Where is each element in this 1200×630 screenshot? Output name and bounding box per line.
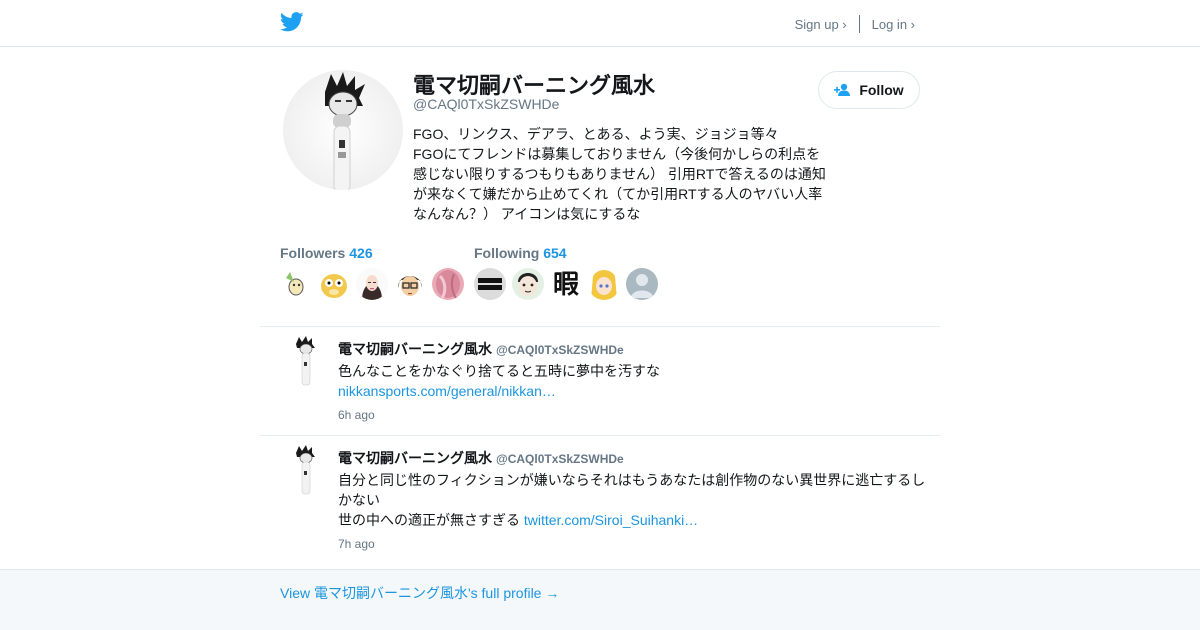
tweet-text-line2: 世の中への適正が無さすぎる (338, 512, 520, 528)
tweet-author-name: 電マ切嗣バーニング風水 (338, 450, 492, 466)
bio-line: FGOにてフレンドは募集しておりません（今後何かしらの利点を (413, 146, 821, 162)
profile-avatar[interactable] (283, 70, 403, 190)
follower-avatar[interactable] (432, 268, 464, 300)
following-avatar[interactable] (512, 268, 544, 300)
bio-line: なんなん？） アイコンは気にするな (413, 206, 641, 222)
follow-label: Follow (859, 82, 904, 98)
login-link[interactable]: Log in › (872, 17, 915, 32)
tweet-author-avatar[interactable] (282, 336, 330, 386)
tweet-divider (260, 435, 940, 436)
follow-button[interactable]: Follow (818, 71, 920, 109)
follower-avatar[interactable] (356, 268, 388, 300)
following-avatar[interactable] (588, 268, 620, 300)
bio-line: 感じない限りするつもりもありません） 引用RTで答えるのは通知 (413, 166, 826, 182)
followers-label: Followers (280, 245, 346, 261)
tweet-author-handle: @CAQl0TxSkZSWHDe (496, 343, 624, 357)
following-avatar[interactable] (626, 268, 658, 300)
tweet-author-name: 電マ切嗣バーニング風水 (338, 341, 492, 357)
following-avatar[interactable]: 暇 (550, 268, 582, 300)
followers-avatars (280, 268, 470, 300)
tweet-text: 色んなことをかなぐり捨てると五時に夢中を汚すな nikkansports.com… (338, 361, 930, 401)
tweet-author[interactable]: 電マ切嗣バーニング風水 @CAQl0TxSkZSWHDe (338, 339, 624, 359)
tweet-author-handle: @CAQl0TxSkZSWHDe (496, 452, 624, 466)
following-stat[interactable]: Following 654 (474, 245, 567, 261)
bio-line: FGO、リンクス、デアラ、とある、よう実、ジョジョ等々 (413, 126, 779, 142)
following-avatar-text: 暇 (552, 269, 579, 299)
following-avatars: 暇 (474, 268, 664, 300)
profile-handle: @CAQl0TxSkZSWHDe (413, 96, 560, 112)
follower-avatar[interactable] (318, 268, 350, 300)
follower-avatar[interactable] (280, 268, 312, 300)
signup-link[interactable]: Sign up › (795, 17, 847, 32)
full-profile-link[interactable]: View 電マ切嗣バーニング風水's full profile → (280, 583, 559, 603)
following-count: 654 (543, 245, 567, 261)
tweet-text-line: 世の中への適正が無さすぎる twitter.com/Siroi_Suihanki… (338, 510, 930, 530)
tweet-link[interactable]: twitter.com/Siroi_Suihanki… (524, 512, 698, 528)
section-divider (260, 326, 940, 327)
link-divider (858, 15, 860, 33)
bio-line: が来なくて嫌だから止めてくれ（てか引用RTする人のヤバい人率 (413, 186, 823, 202)
tweet-author-avatar[interactable] (282, 445, 330, 495)
tweet-author[interactable]: 電マ切嗣バーニング風水 @CAQl0TxSkZSWHDe (338, 448, 624, 468)
tweet-timestamp[interactable]: 7h ago (338, 537, 375, 551)
twitter-bird-icon[interactable] (280, 11, 304, 33)
auth-links: Sign up › Log in › (795, 15, 915, 33)
footer: View 電マ切嗣バーニング風水's full profile → (0, 569, 1200, 630)
tweet-text-line: 自分と同じ性のフィクションが嫌いならそれはもうあなたは創作物のない異世界に逃亡す… (338, 472, 926, 508)
profile-bio: FGO、リンクス、デアラ、とある、よう実、ジョジョ等々 FGOにてフレンドは募集… (413, 124, 833, 224)
following-avatar[interactable] (474, 268, 506, 300)
tweet-timestamp[interactable]: 6h ago (338, 408, 375, 422)
top-bar: Sign up › Log in › (0, 0, 1200, 47)
profile-avatar-image (283, 70, 403, 190)
followers-stat[interactable]: Followers 426 (280, 245, 373, 261)
follower-avatar[interactable] (394, 268, 426, 300)
tweet-text: 自分と同じ性のフィクションが嫌いならそれはもうあなたは創作物のない異世界に逃亡す… (338, 470, 930, 530)
add-user-icon (834, 83, 851, 96)
tweet-link[interactable]: nikkansports.com/general/nikkan… (338, 383, 556, 399)
followers-count: 426 (349, 245, 373, 261)
tweet-text-line: 色んなことをかなぐり捨てると五時に夢中を汚すな (338, 363, 660, 379)
following-label: Following (474, 245, 540, 261)
